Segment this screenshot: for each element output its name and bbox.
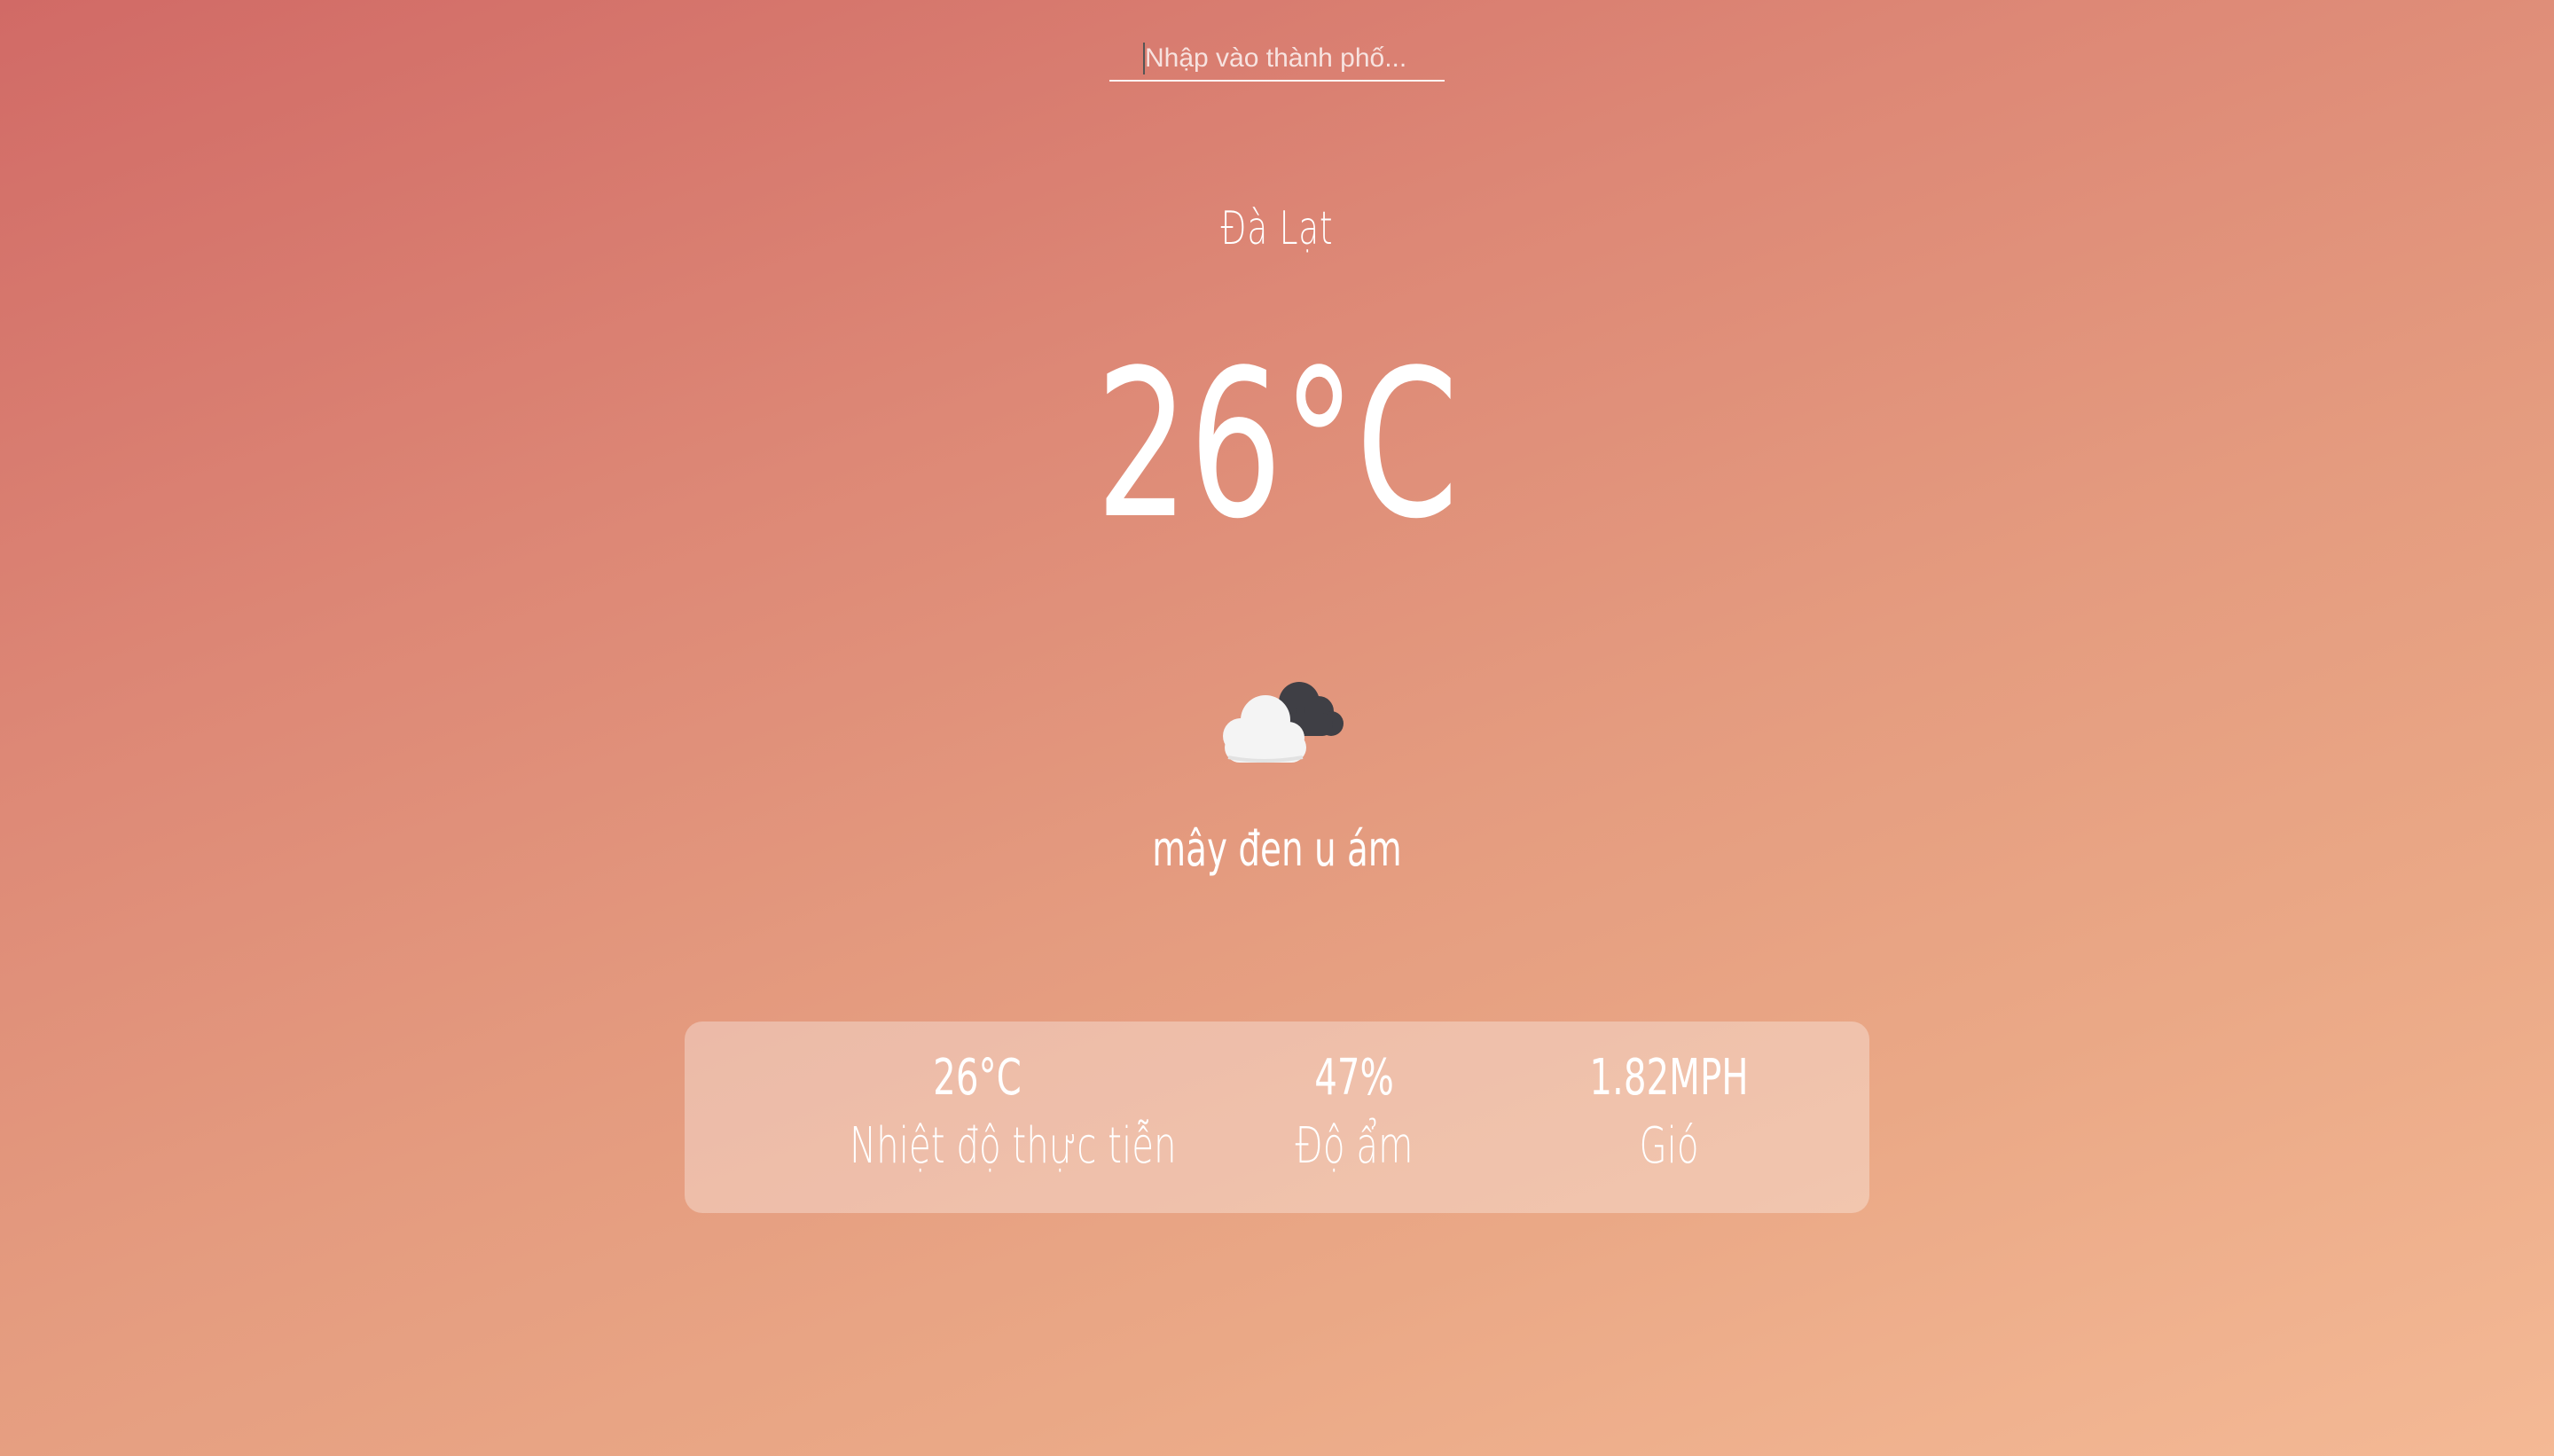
text-caret [1143,43,1145,74]
weather-description: mây đen u ám [1152,821,1402,877]
search-box[interactable] [1109,39,1445,82]
current-temperature: 26°C [1095,327,1459,564]
humidity-label: Độ ẩm [1295,1117,1414,1175]
humidity-stat: 47% Độ ẩm [1199,1046,1509,1183]
feels-like-stat: 26°C Nhiệt độ thực tiễn [800,1046,1177,1183]
wind-stat: 1.82MPH Gió [1483,1046,1855,1183]
weather-details-panel: 26°C Nhiệt độ thực tiễn 47% Độ ẩm 1.82MP… [685,1022,1869,1213]
humidity-value: 47% [1314,1049,1394,1107]
wind-label: Gió [1639,1117,1699,1175]
search-input[interactable] [1109,39,1445,78]
feels-like-value: 26°C [933,1049,1022,1107]
city-name: Đà Lạt [1220,202,1334,255]
feels-like-label: Nhiệt độ thực tiễn [850,1117,1177,1175]
overcast-clouds-icon [1210,669,1344,766]
wind-value: 1.82MPH [1589,1049,1749,1107]
